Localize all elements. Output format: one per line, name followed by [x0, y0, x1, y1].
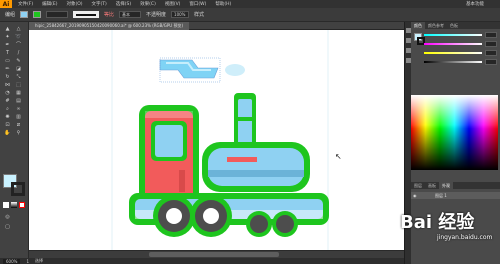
stroke-swatch[interactable] — [33, 11, 42, 18]
pencil-icon[interactable]: ✏ — [4, 66, 11, 72]
stroke-color-box[interactable] — [11, 182, 25, 196]
menu-window[interactable]: 窗口(W) — [189, 1, 206, 7]
tab-swatches[interactable]: 色板 — [447, 22, 461, 29]
line-tool-icon[interactable]: / — [15, 50, 22, 56]
zoom-tool-icon[interactable]: ⚲ — [15, 130, 22, 136]
canvas[interactable]: ↖ — [29, 30, 404, 250]
width-tool-icon[interactable]: ⋈ — [4, 82, 11, 88]
gradient-mode-icon[interactable] — [11, 202, 17, 208]
status-bar: 600% 1 选择 — [0, 258, 404, 264]
tab-layers[interactable]: 图层 — [411, 182, 425, 189]
style-label: 样式 — [194, 12, 205, 18]
color-spectrum[interactable] — [411, 95, 498, 170]
opacity-field[interactable]: 100% — [171, 11, 190, 18]
color-mode-buttons — [3, 202, 25, 208]
eyedropper-icon[interactable]: ⌕ — [4, 106, 11, 112]
tab-color[interactable]: 颜色 — [411, 22, 425, 29]
screen-mode-icon[interactable]: ▢ — [4, 224, 11, 230]
menu-items: 文件(F) 编辑(E) 对象(O) 文字(T) 选择(S) 效果(C) 视图(V… — [18, 1, 231, 7]
selection-label: 编组 — [5, 12, 16, 18]
magic-wand-icon[interactable]: ✦ — [4, 34, 11, 40]
shape-builder-icon[interactable]: ◔ — [4, 90, 11, 96]
document-tab[interactable]: hipic_25842667_20190905150420090060.ai* … — [29, 22, 190, 30]
menu-file[interactable]: 文件(F) — [18, 1, 33, 7]
menu-edit[interactable]: 编辑(E) — [42, 1, 57, 7]
mouse-cursor-icon: ↖ — [335, 152, 342, 161]
opacity-label: 不透明度 — [146, 12, 167, 18]
workspace-switcher[interactable]: 基本功能 — [466, 1, 484, 7]
gradient-tool-icon[interactable]: ▤ — [15, 98, 22, 104]
direct-selection-tool-icon[interactable]: △ — [15, 26, 22, 32]
lasso-icon[interactable]: ➰ — [15, 34, 22, 40]
zoom-level[interactable]: 600% — [3, 258, 21, 264]
slice-tool-icon[interactable]: ⧄ — [15, 122, 22, 128]
layers-panel-tabs: 图层 画板 外观 — [411, 182, 500, 189]
eraser-icon[interactable]: ◪ — [15, 66, 22, 72]
stroke-profile[interactable] — [73, 11, 100, 18]
menu-select[interactable]: 选择(S) — [116, 1, 131, 7]
symbol-sprayer-icon[interactable]: ✺ — [4, 114, 11, 120]
current-tool-label: 选择 — [34, 258, 43, 263]
hand-tool-icon[interactable]: ✋ — [4, 130, 11, 136]
free-transform-icon[interactable]: ⬚ — [15, 82, 22, 88]
horizontal-scrollbar[interactable] — [29, 250, 404, 258]
pen-tool-icon[interactable]: ✒ — [4, 42, 11, 48]
black-value[interactable] — [485, 59, 497, 65]
tab-appearance[interactable]: 外观 — [439, 182, 453, 189]
draw-mode-icon[interactable]: ◎ — [4, 214, 11, 220]
scale-tool-icon[interactable]: ⤡ — [15, 74, 22, 80]
type-tool-icon[interactable]: T — [4, 50, 11, 56]
color-mode-icon[interactable] — [3, 202, 9, 208]
rectangle-tool-icon[interactable]: ▭ — [4, 58, 11, 64]
curvature-tool-icon[interactable]: ⌒ — [15, 42, 22, 48]
app-logo: Ai — [0, 0, 12, 8]
visibility-eye-icon[interactable]: ◉ — [413, 193, 417, 198]
document-tab-bar: hipic_25842667_20190905150420090060.ai* … — [29, 22, 404, 30]
tools-panel: ▲ △ ✦ ➰ ✒ ⌒ T / ▭ ✎ ✏ ◪ ↻ ⤡ ⋈ ⬚ ◔ ▦ # ▤ … — [0, 22, 29, 258]
magenta-slider[interactable] — [424, 43, 482, 45]
rotate-tool-icon[interactable]: ↻ — [4, 74, 11, 80]
magenta-value[interactable] — [485, 41, 497, 47]
black-slider[interactable] — [424, 61, 482, 63]
layer-name: 图层 1 — [435, 193, 447, 198]
watermark-url: jingyan.baidu.com — [437, 234, 493, 241]
perspective-grid-icon[interactable]: ▦ — [15, 90, 22, 96]
graph-tool-icon[interactable]: ▥ — [15, 114, 22, 120]
none-mode-icon[interactable] — [19, 202, 25, 208]
color-panel-tabs: 颜色 颜色参考 色板 — [411, 22, 500, 29]
smoke-cloud[interactable] — [159, 57, 245, 83]
scrollbar-thumb[interactable] — [149, 252, 279, 257]
cyan-value[interactable] — [485, 32, 497, 38]
fill-swatch[interactable] — [20, 11, 29, 18]
selection-tool-icon[interactable]: ▲ — [4, 26, 11, 32]
artboard-tool-icon[interactable]: ⊡ — [4, 122, 11, 128]
paintbrush-icon[interactable]: ✎ — [15, 58, 22, 64]
stroke-weight-field[interactable] — [46, 11, 69, 18]
cyan-slider[interactable] — [424, 34, 482, 36]
uniform-label: 等比 — [104, 12, 115, 18]
yellow-slider[interactable] — [424, 52, 482, 54]
menu-view[interactable]: 视图(V) — [165, 1, 181, 7]
page-number[interactable]: 1 — [26, 259, 29, 264]
brush-style-field[interactable]: 基本 — [119, 11, 142, 18]
train-illustration[interactable] — [129, 93, 329, 237]
menu-effect[interactable]: 效果(C) — [140, 1, 156, 7]
blend-tool-icon[interactable]: ∞ — [15, 106, 22, 112]
menu-object[interactable]: 对象(O) — [66, 1, 82, 7]
layer-row[interactable]: ◉ 图层 1 — [411, 192, 500, 199]
watermark-logo: Bai 经验 — [400, 212, 475, 233]
menu-help[interactable]: 帮助(H) — [215, 1, 231, 7]
yellow-value[interactable] — [485, 50, 497, 56]
control-bar: 编组 等比 基本 不透明度 100% 样式 — [0, 8, 500, 22]
artwork — [111, 30, 329, 250]
mesh-tool-icon[interactable]: # — [4, 98, 11, 104]
tab-color-guide[interactable]: 颜色参考 — [425, 22, 447, 29]
tab-artboards[interactable]: 画板 — [425, 182, 439, 189]
menu-type[interactable]: 文字(T) — [92, 1, 107, 7]
menu-bar: Ai 文件(F) 编辑(E) 对象(O) 文字(T) 选择(S) 效果(C) 视… — [0, 0, 500, 8]
